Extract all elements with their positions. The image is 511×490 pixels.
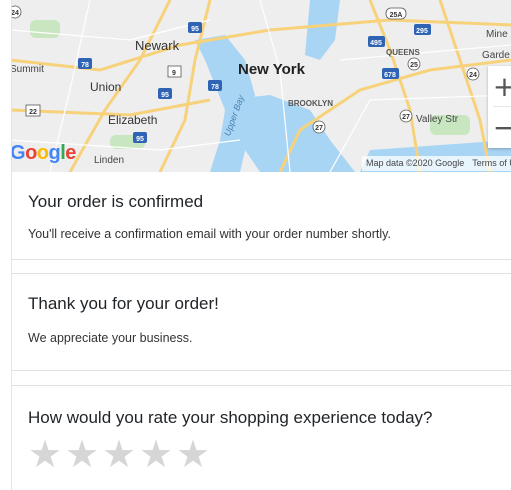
thank-you-title: Thank you for your order! <box>28 294 219 313</box>
thank-you-message: We appreciate your business. <box>28 331 193 345</box>
star-4-icon[interactable]: ★ <box>139 435 173 473</box>
route-shield-label: 27 <box>315 125 323 132</box>
map-canvas[interactable]: Newark New York Union Summit Elizabeth B… <box>10 0 511 172</box>
section-gap <box>12 260 511 272</box>
rating-section: How would you rate your shopping experie… <box>12 385 511 490</box>
route-shield-label: 9 <box>172 70 176 77</box>
route-shield-label: 78 <box>211 84 219 91</box>
route-shield-label: 95 <box>161 92 169 99</box>
thank-you-section: Thank you for your order! We appreciate … <box>12 273 511 371</box>
map-label-summit: Summit <box>10 64 44 75</box>
logo-letter: g <box>48 142 61 164</box>
logo-letter: o <box>36 142 49 164</box>
route-shield-label: 24 <box>11 10 19 17</box>
map-view[interactable]: Newark New York Union Summit Elizabeth B… <box>10 0 511 172</box>
route-shield-label: 78 <box>81 62 89 69</box>
route-shield-label: 24 <box>469 72 477 79</box>
zoom-out-button[interactable]: − <box>488 107 511 147</box>
order-confirmed-message: You'll receive a confirmation email with… <box>28 227 391 241</box>
route-shield-label: 27 <box>402 114 410 121</box>
map-label-garden: Garde <box>482 50 510 61</box>
map-zoom-control: + − <box>488 66 511 148</box>
star-2-icon[interactable]: ★ <box>65 435 99 473</box>
route-shield-label: 22 <box>29 109 37 116</box>
order-confirmed-title: Your order is confirmed <box>28 192 204 211</box>
map-label-valley-stream: Valley Str <box>416 114 459 125</box>
route-shield-label: 678 <box>384 72 396 79</box>
map-label-brooklyn: BROOKLYN <box>288 99 333 108</box>
star-1-icon[interactable]: ★ <box>28 435 62 473</box>
route-shield-label: 25 <box>410 62 418 69</box>
route-shield-label: 495 <box>370 40 382 47</box>
route-shield-label: 295 <box>416 28 428 35</box>
star-rating[interactable]: ★ ★ ★ ★ ★ <box>28 435 210 473</box>
route-shield-label: 95 <box>191 26 199 33</box>
star-3-icon[interactable]: ★ <box>102 435 136 473</box>
star-5-icon[interactable]: ★ <box>176 435 210 473</box>
map-label-newark: Newark <box>135 38 180 53</box>
map-label-union: Union <box>90 80 121 94</box>
map-park <box>30 20 60 38</box>
map-label-queens: QUEENS <box>386 48 420 57</box>
zoom-in-button[interactable]: + <box>488 66 511 106</box>
order-confirmed-section: Your order is confirmed You'll receive a… <box>12 172 511 260</box>
route-shield-label: 25A <box>390 12 403 19</box>
map-attribution: Map data ©2020 Google <box>366 158 465 168</box>
logo-letter: G <box>10 142 26 164</box>
map-label-linden: Linden <box>94 155 124 166</box>
logo-letter: o <box>25 142 37 164</box>
page: Newark New York Union Summit Elizabeth B… <box>0 0 511 490</box>
map-attribution-bar: Map data ©2020 Google Terms of Us <box>362 156 511 171</box>
map-label-elizabeth: Elizabeth <box>108 113 157 127</box>
logo-letter: e <box>65 142 76 164</box>
map-terms-link[interactable]: Terms of Us <box>472 158 511 168</box>
section-gap <box>12 371 511 383</box>
rating-question: How would you rate your shopping experie… <box>28 408 433 427</box>
route-shield-label: 95 <box>136 136 144 143</box>
page-left-edge <box>0 0 12 490</box>
map-label-mineola: Mine <box>486 29 508 40</box>
google-logo: Google <box>10 142 76 165</box>
map-label-new-york: New York <box>238 61 306 78</box>
